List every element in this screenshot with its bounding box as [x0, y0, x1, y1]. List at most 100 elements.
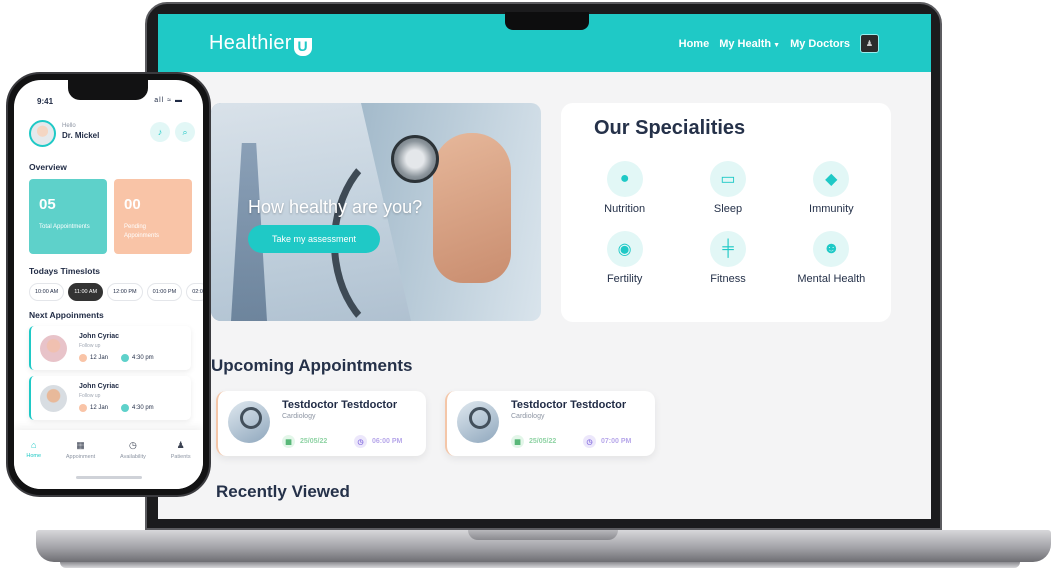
tab-home[interactable]: ⌂ Home: [26, 440, 41, 489]
doctor-name: Testdoctor Testdoctor: [511, 399, 627, 411]
appointment-time: 4:30 pm: [121, 404, 154, 412]
camera-notch: [505, 12, 589, 30]
speciality-mental-health[interactable]: ☻ Mental Health: [780, 231, 883, 285]
pending-appointments-card[interactable]: 00 Pending Appoinments: [114, 179, 192, 254]
stat-value: 00: [124, 196, 141, 213]
hero-headline: How healthy are you?: [248, 197, 423, 217]
brand-name: Healthier: [209, 32, 292, 54]
brand-logo[interactable]: Healthier U: [209, 32, 312, 56]
bottom-tab-bar: ⌂ Home ▦ Appoinment ◷ Availability ♟ Patient…: [14, 430, 203, 489]
clock-icon: ◷: [583, 435, 596, 448]
appointment-time: 4:30 pm: [121, 354, 154, 362]
timeslot-chip[interactable]: 01:00 PM: [146, 283, 183, 301]
appointment-date: ▦ 25/05/22: [282, 435, 327, 448]
laptop-screen: Healthier U Home My Health ▼ My Doctors ♟ …: [158, 14, 931, 519]
laptop-foot: [60, 562, 1020, 568]
status-icons: all ≈ ▬: [154, 97, 183, 104]
bed-icon: ▭: [709, 161, 746, 197]
speciality-label: Fertility: [606, 273, 643, 285]
appointment-card[interactable]: Testdoctor Testdoctor Cardiology ▦ 25/05/…: [445, 391, 655, 456]
speciality-nutrition[interactable]: ● Nutrition: [573, 161, 676, 215]
search-icon: ⌕: [182, 126, 188, 137]
person-icon: ♟: [176, 440, 185, 450]
appointment-time-text: 06:00 PM: [372, 438, 403, 445]
doctor-speciality: Cardiology: [282, 413, 316, 420]
appointment-card[interactable]: Testdoctor Testdoctor Cardiology ▦ 25/05/…: [216, 391, 426, 456]
search-button[interactable]: ⌕: [175, 122, 195, 142]
calendar-icon: ▦: [76, 440, 85, 450]
clock-icon: ◷: [354, 435, 367, 448]
appointment-date-text: 12 Jan: [90, 405, 109, 411]
timeslot-chip-selected[interactable]: 11:00 AM: [68, 283, 104, 301]
appointment-time-text: 07:00 PM: [601, 438, 632, 445]
recently-viewed-title: Recently Viewed: [216, 482, 350, 501]
bell-icon: ♪: [157, 127, 163, 137]
tab-availability[interactable]: ◷ Availability: [120, 440, 146, 489]
patient-name: John Cyriac: [79, 333, 120, 340]
speciality-fitness[interactable]: ╪ Fitness: [676, 231, 779, 285]
apple-icon: ●: [606, 161, 643, 197]
stat-label: Pending Appoinments: [124, 224, 160, 239]
user-avatar[interactable]: ♟: [860, 34, 879, 53]
stat-value: 05: [39, 196, 56, 213]
speciality-label: Immunity: [809, 203, 854, 215]
appointment-time: ◷ 06:00 PM: [354, 435, 402, 448]
doctor-photo: [228, 401, 270, 443]
timeslots-title: Todays Timeslots: [29, 266, 101, 276]
hero-image-hand: [433, 133, 511, 283]
device-mockup: Healthier U Home My Health ▼ My Doctors ♟ …: [0, 0, 1051, 571]
total-appointments-card[interactable]: 05 Total Appointments: [29, 179, 107, 254]
appointment-date-text: 25/05/22: [300, 438, 328, 445]
timeslot-chip[interactable]: 02:0: [186, 283, 203, 301]
doctor-name: Testdoctor Testdoctor: [282, 399, 398, 411]
speciality-immunity[interactable]: ◆ Immunity: [780, 161, 883, 215]
notification-button[interactable]: ♪: [150, 122, 170, 142]
appointment-time-text: 4:30 pm: [132, 355, 154, 361]
patient-avatar: [40, 385, 67, 412]
stethoscope-icon: [391, 135, 439, 183]
home-icon: ⌂: [31, 440, 37, 450]
laptop: Healthier U Home My Health ▼ My Doctors ♟ …: [145, 2, 942, 530]
patient-name: John Cyriac: [79, 383, 120, 390]
next-appointments-title: Next Appoinments: [29, 310, 104, 320]
doctor-photo: [457, 401, 499, 443]
calendar-icon: [79, 354, 87, 362]
specialities-title: Our Specialities: [594, 117, 746, 139]
doctor-speciality: Cardiology: [511, 413, 545, 420]
upcoming-appointments-title: Upcoming Appointments: [211, 356, 413, 375]
tab-patients[interactable]: ♟ Patients: [171, 440, 191, 489]
nav-my-doctors[interactable]: My Doctors: [790, 38, 850, 50]
greeting: Hello: [62, 123, 76, 129]
status-time: 9:41: [37, 97, 54, 106]
timeslot-chip[interactable]: 12:00 PM: [107, 283, 143, 301]
tab-label: Appoinment: [65, 454, 96, 460]
nav-home[interactable]: Home: [679, 38, 710, 50]
laptop-base: [36, 530, 1051, 562]
clock-icon: [121, 354, 129, 362]
speciality-fertility[interactable]: ◉ Fertility: [573, 231, 676, 285]
doctor-avatar[interactable]: [29, 120, 56, 147]
specialities-grid: ● Nutrition ▭ Sleep ◆ Immunity ◉ Fertility ╪…: [573, 161, 883, 285]
speciality-label: Sleep: [713, 203, 743, 215]
fertility-icon: ◉: [606, 231, 643, 267]
phone: 9:41 all ≈ ▬ Hello Dr. Mickel ♪ ⌕ Overvi…: [6, 72, 211, 497]
list-item[interactable]: John Cyriac Follow up 12 Jan 4:30 pm: [29, 326, 191, 370]
nav-my-health[interactable]: My Health ▼: [719, 38, 780, 50]
laptop-groove: [468, 530, 618, 540]
shield-icon: ◆: [813, 161, 850, 197]
timeslot-list: 10:00 AM 11:00 AM 12:00 PM 01:00 PM 02:0: [29, 283, 203, 301]
take-assessment-button[interactable]: Take my assessment: [248, 225, 380, 253]
calendar-icon: [79, 404, 87, 412]
nav-links: Home My Health ▼ My Doctors ♟: [679, 34, 879, 53]
tab-appointment[interactable]: ▦ Appoinment: [66, 440, 95, 489]
home-indicator: [76, 476, 142, 479]
phone-screen: 9:41 all ≈ ▬ Hello Dr. Mickel ♪ ⌕ Overvi…: [14, 80, 203, 489]
overview-title: Overview: [29, 162, 67, 172]
clock-icon: [121, 404, 129, 412]
list-item[interactable]: John Cyriac Follow up 12 Jan 4:30 pm: [29, 376, 191, 420]
speciality-label: Nutrition: [604, 203, 646, 215]
speciality-sleep[interactable]: ▭ Sleep: [676, 161, 779, 215]
dumbbell-icon: ╪: [709, 231, 746, 267]
appointment-date-text: 12 Jan: [90, 355, 109, 361]
timeslot-chip[interactable]: 10:00 AM: [29, 283, 65, 301]
